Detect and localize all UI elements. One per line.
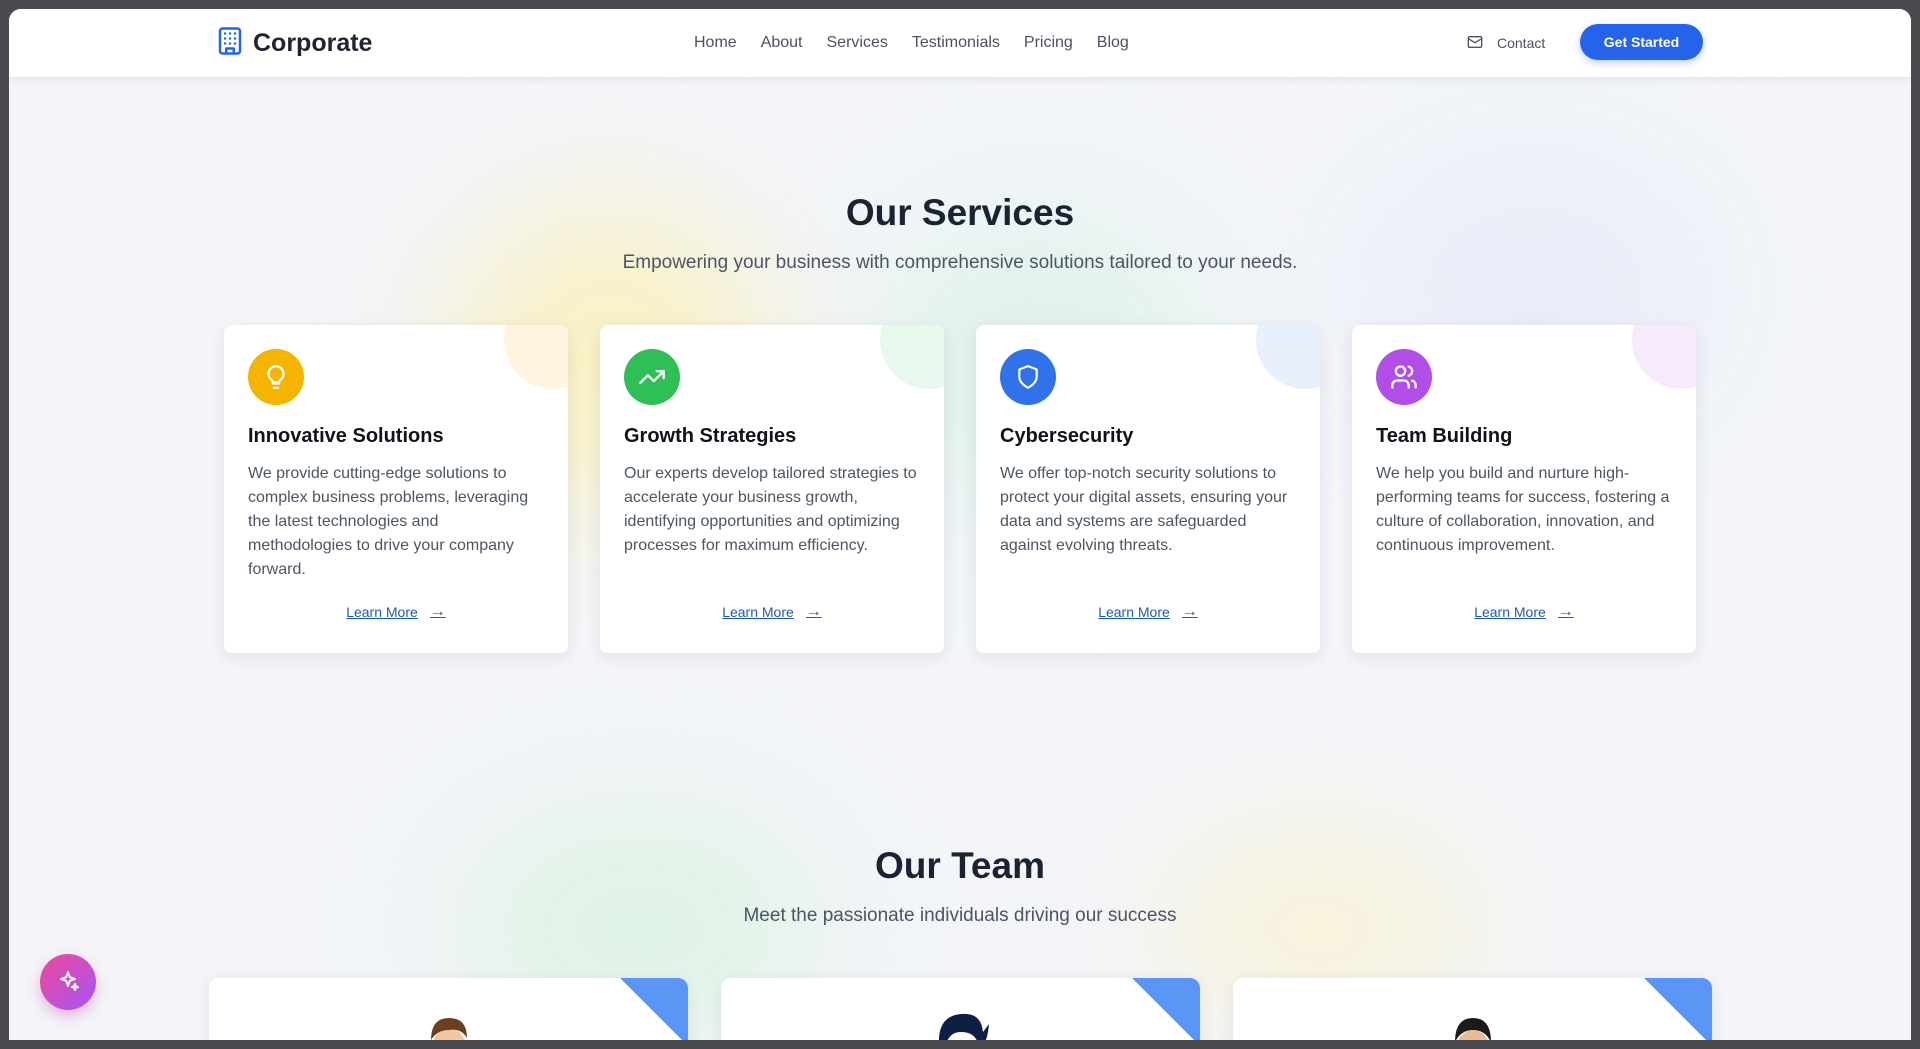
shield-icon bbox=[1000, 349, 1056, 405]
ai-assistant-button[interactable] bbox=[40, 954, 96, 1010]
brand-name: Corporate bbox=[253, 29, 373, 57]
users-icon bbox=[1376, 349, 1432, 405]
service-card-description: We offer top-notch security solutions to… bbox=[1000, 465, 1288, 554]
card-corner-decoration bbox=[620, 978, 688, 1040]
browser-viewport: Corporate Home About Services Testimonia… bbox=[9, 9, 1911, 1040]
learn-more-label: Learn More bbox=[722, 604, 794, 620]
service-card-title: Growth Strategies bbox=[624, 425, 797, 447]
mail-icon bbox=[1467, 34, 1483, 53]
service-card-description: We help you build and nurture high-perfo… bbox=[1376, 465, 1670, 554]
arrow-right-icon: → bbox=[1557, 603, 1574, 620]
get-started-button[interactable]: Get Started bbox=[1580, 24, 1703, 60]
nav-link-testimonials[interactable]: Testimonials bbox=[912, 34, 1000, 52]
building-icon bbox=[215, 26, 245, 61]
team-member-card bbox=[721, 978, 1200, 1040]
nav-link-services[interactable]: Services bbox=[827, 34, 888, 52]
learn-more-link[interactable]: Learn More → bbox=[224, 603, 568, 621]
main-nav: Home About Services Testimonials Pricing… bbox=[694, 9, 1129, 77]
services-subtitle: Empowering your business with comprehens… bbox=[622, 252, 1298, 273]
contact-link[interactable]: Contact bbox=[1467, 9, 1545, 77]
lightbulb-icon bbox=[248, 349, 304, 405]
card-corner-decoration bbox=[1644, 978, 1712, 1040]
services-title: Our Services bbox=[845, 192, 1075, 233]
team-title: Our Team bbox=[875, 845, 1045, 886]
team-member-card bbox=[209, 978, 688, 1040]
brand-logo[interactable]: Corporate bbox=[215, 26, 372, 61]
service-card-title: Innovative Solutions bbox=[248, 425, 444, 447]
trending-up-icon bbox=[624, 349, 680, 405]
team-subtitle: Meet the passionate individuals driving … bbox=[743, 905, 1177, 926]
learn-more-label: Learn More bbox=[1474, 604, 1546, 620]
nav-link-home[interactable]: Home bbox=[694, 34, 737, 52]
service-card: Cybersecurity We offer top-notch securit… bbox=[976, 325, 1320, 653]
avatar bbox=[1454, 1018, 1491, 1040]
service-card: Innovative Solutions We provide cutting-… bbox=[224, 325, 568, 653]
nav-link-pricing[interactable]: Pricing bbox=[1024, 34, 1073, 52]
avatar bbox=[430, 1018, 467, 1040]
arrow-right-icon: → bbox=[805, 603, 822, 620]
nav-link-about[interactable]: About bbox=[761, 34, 803, 52]
arrow-right-icon: → bbox=[1181, 603, 1198, 620]
card-corner-decoration bbox=[1132, 978, 1200, 1040]
contact-label: Contact bbox=[1497, 35, 1546, 51]
learn-more-label: Learn More bbox=[1098, 604, 1170, 620]
service-card-description: We provide cutting-edge solutions to com… bbox=[248, 465, 529, 578]
service-card: Team Building We help you build and nurt… bbox=[1352, 325, 1696, 653]
learn-more-link[interactable]: Learn More → bbox=[976, 603, 1320, 621]
learn-more-link[interactable]: Learn More → bbox=[1352, 603, 1696, 621]
avatar bbox=[938, 1013, 989, 1040]
service-card: Growth Strategies Our experts develop ta… bbox=[600, 325, 944, 653]
learn-more-label: Learn More bbox=[346, 604, 418, 620]
site-header: Corporate Home About Services Testimonia… bbox=[9, 9, 1911, 77]
team-cards bbox=[209, 978, 1712, 1040]
service-card-description: Our experts develop tailored strategies … bbox=[624, 465, 917, 554]
sparkles-icon bbox=[56, 969, 80, 996]
arrow-right-icon: → bbox=[429, 603, 446, 620]
service-card-title: Cybersecurity bbox=[1000, 425, 1134, 447]
nav-link-blog[interactable]: Blog bbox=[1097, 34, 1129, 52]
service-card-title: Team Building bbox=[1376, 425, 1513, 447]
learn-more-link[interactable]: Learn More → bbox=[600, 603, 944, 621]
services-cards: Innovative Solutions We provide cutting-… bbox=[224, 325, 1696, 653]
team-member-card bbox=[1233, 978, 1712, 1040]
